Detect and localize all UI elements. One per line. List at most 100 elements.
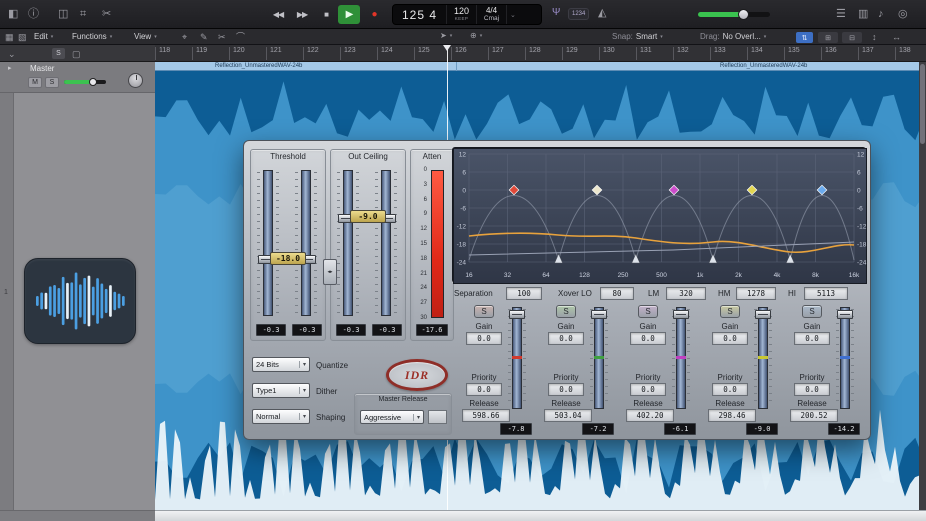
ruler-tick[interactable]: 124 bbox=[377, 47, 414, 60]
ruler-tick[interactable]: 131 bbox=[636, 47, 673, 60]
band-priority-value[interactable]: 0.0 bbox=[794, 383, 830, 396]
band-gain-value[interactable]: 0.0 bbox=[712, 332, 748, 345]
band-solo-button[interactable]: S bbox=[720, 305, 740, 318]
drag-select[interactable]: Drag:No Overl...▾ bbox=[700, 32, 766, 42]
zoom-horizontal-stepper[interactable]: ⊞ bbox=[818, 32, 838, 43]
master-track-name[interactable]: Master bbox=[30, 64, 54, 73]
snap-select[interactable]: Snap:Smart▾ bbox=[612, 32, 663, 42]
note-pads-icon[interactable]: ▥ bbox=[858, 9, 868, 20]
count-in-button[interactable]: 1234 bbox=[568, 8, 589, 20]
fader-knob[interactable] bbox=[89, 78, 97, 86]
pointer-tool-select[interactable]: ➤▾ bbox=[440, 32, 452, 40]
volume-knob[interactable] bbox=[738, 9, 749, 20]
menu-functions[interactable]: Functions▾ bbox=[72, 32, 112, 42]
lcd-position[interactable]: 125 4 bbox=[393, 5, 447, 24]
ruler-tick[interactable]: 123 bbox=[340, 47, 377, 60]
timeline-ruler[interactable]: 1181191201211221231241251261271281291301… bbox=[155, 45, 926, 62]
band-fader[interactable] bbox=[754, 307, 772, 409]
layout-icon[interactable]: ▧ bbox=[18, 33, 27, 42]
ruler-tick[interactable]: 128 bbox=[525, 47, 562, 60]
fader-thumb[interactable] bbox=[837, 310, 853, 319]
lm-value[interactable]: 320 bbox=[666, 287, 706, 300]
region-header[interactable]: Reflection_UnmasteredWAV-24b Reflection_… bbox=[155, 62, 926, 71]
band-solo-button[interactable]: S bbox=[474, 305, 494, 318]
dither-select[interactable]: Type1▾ bbox=[252, 383, 310, 398]
glue-tool-icon[interactable]: ⌒ bbox=[236, 33, 245, 42]
ruler-tick[interactable]: 129 bbox=[562, 47, 599, 60]
apple-loops-icon[interactable]: ♪ bbox=[878, 9, 884, 20]
band-release-value[interactable]: 298.46 bbox=[708, 409, 756, 422]
ruler-tick[interactable]: 135 bbox=[784, 47, 821, 60]
tuner-icon[interactable]: Ψ bbox=[552, 8, 560, 18]
master-solo-button[interactable]: S bbox=[45, 77, 59, 88]
lcd-tempo[interactable]: 120KEEP bbox=[447, 5, 477, 24]
ruler-tick[interactable]: 133 bbox=[710, 47, 747, 60]
threshold-fader-left[interactable] bbox=[257, 170, 279, 316]
solo-safe-badge[interactable]: S bbox=[52, 48, 65, 59]
crosshair-tool-icon[interactable]: ⌖ bbox=[182, 33, 187, 42]
catch-playhead-button[interactable]: ⇅ bbox=[796, 32, 813, 43]
list-editors-icon[interactable]: ☰ bbox=[836, 9, 846, 20]
fader-link-button[interactable]: ◂▸ bbox=[323, 259, 337, 285]
horizontal-zoom-icon[interactable]: ↔ bbox=[892, 33, 901, 42]
mixer-icon[interactable]: ◫ bbox=[58, 9, 68, 20]
hm-value[interactable]: 1278 bbox=[736, 287, 776, 300]
ruler-tick[interactable]: 132 bbox=[673, 47, 710, 60]
fader-thumb[interactable] bbox=[591, 310, 607, 319]
scissors-tool-icon[interactable]: ✂ bbox=[218, 33, 226, 42]
ruler-tick[interactable]: 118 bbox=[155, 47, 192, 60]
ruler-tick[interactable]: 127 bbox=[488, 47, 525, 60]
band-solo-button[interactable]: S bbox=[802, 305, 822, 318]
band-release-value[interactable]: 402.20 bbox=[626, 409, 674, 422]
out-ceiling-fader-right[interactable] bbox=[375, 170, 397, 316]
editors-icon[interactable]: ✂ bbox=[102, 9, 111, 20]
rewind-button[interactable]: ◀◀ bbox=[268, 6, 288, 23]
threshold-value[interactable]: -18.0 bbox=[270, 252, 306, 265]
lcd-display[interactable]: 125 4 120KEEP 4/4Cmaj ⌄ bbox=[392, 4, 542, 25]
command-click-tool-select[interactable]: ⊕▾ bbox=[470, 32, 482, 40]
metronome-icon[interactable]: ◭ bbox=[598, 8, 606, 19]
ruler-tick[interactable]: 120 bbox=[229, 47, 266, 60]
forward-button[interactable]: ▶▶ bbox=[292, 6, 312, 23]
quantize-select[interactable]: 24 Bits▾ bbox=[252, 357, 310, 372]
band-priority-value[interactable]: 0.0 bbox=[712, 383, 748, 396]
fader-thumb[interactable] bbox=[755, 310, 771, 319]
separation-value[interactable]: 100 bbox=[506, 287, 542, 300]
master-release-select[interactable]: Aggressive▾ bbox=[360, 410, 424, 424]
lcd-chevron-icon[interactable]: ⌄ bbox=[507, 5, 519, 24]
hi-value[interactable]: 5113 bbox=[804, 287, 848, 300]
band-fader[interactable] bbox=[508, 307, 526, 409]
band-release-value[interactable]: 503.04 bbox=[544, 409, 592, 422]
band-fader[interactable] bbox=[672, 307, 690, 409]
band-gain-value[interactable]: 0.0 bbox=[466, 332, 502, 345]
lcd-signature[interactable]: 4/4Cmaj bbox=[477, 5, 507, 24]
zoom-vertical-stepper[interactable]: ⊟ bbox=[842, 32, 862, 43]
band-release-value[interactable]: 200.52 bbox=[790, 409, 838, 422]
ruler-tick[interactable]: 126 bbox=[451, 47, 488, 60]
band-gain-value[interactable]: 0.0 bbox=[630, 332, 666, 345]
ruler-tick[interactable]: 138 bbox=[895, 47, 926, 60]
fader-thumb[interactable] bbox=[509, 310, 525, 319]
ruler-tick[interactable]: 137 bbox=[858, 47, 895, 60]
browser-icon[interactable]: ◎ bbox=[898, 9, 908, 20]
master-mute-button[interactable]: M bbox=[28, 77, 42, 88]
vertical-zoom-icon[interactable]: ↕ bbox=[872, 33, 877, 42]
band-solo-button[interactable]: S bbox=[556, 305, 576, 318]
band-fader[interactable] bbox=[836, 307, 854, 409]
quick-help-icon[interactable]: ◧ bbox=[8, 9, 18, 20]
chevron-down-icon[interactable]: ⌄ bbox=[8, 50, 16, 59]
vertical-scrollbar[interactable] bbox=[919, 62, 926, 510]
master-pan-knob[interactable] bbox=[128, 73, 143, 88]
pencil-tool-icon[interactable]: ✎ bbox=[200, 33, 208, 42]
record-button[interactable]: ● bbox=[363, 5, 385, 24]
ruler-tick[interactable]: 122 bbox=[303, 47, 340, 60]
band-priority-value[interactable]: 0.0 bbox=[466, 383, 502, 396]
out-ceiling-fader-left[interactable] bbox=[337, 170, 359, 316]
band-priority-value[interactable]: 0.0 bbox=[548, 383, 584, 396]
master-volume-fader[interactable] bbox=[64, 80, 106, 84]
grid-icon[interactable]: ▦ bbox=[5, 33, 14, 42]
master-volume-slider[interactable] bbox=[698, 12, 770, 17]
ruler-tick[interactable]: 119 bbox=[192, 47, 229, 60]
scrollbar-thumb[interactable] bbox=[920, 64, 925, 144]
inspector-icon[interactable]: ⓘ bbox=[28, 9, 39, 20]
